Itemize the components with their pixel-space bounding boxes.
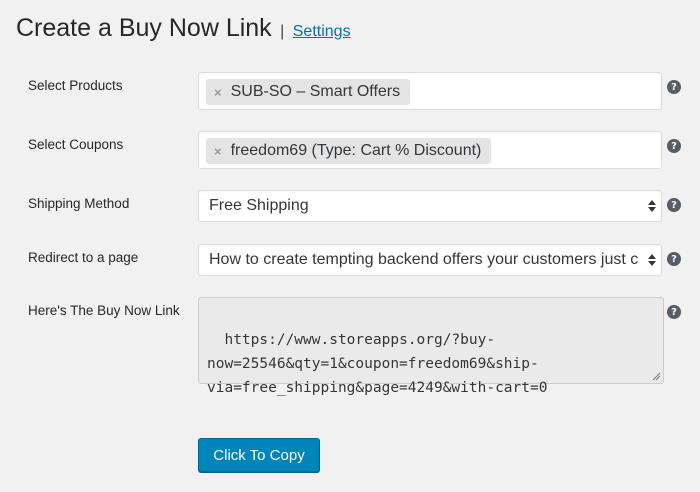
remove-product-icon[interactable]: × — [214, 85, 222, 100]
shipping-method-select[interactable]: Free Shipping — [198, 190, 662, 222]
page-header: Create a Buy Now Link | Settings — [16, 14, 351, 43]
coupon-chip: × freedom69 (Type: Cart % Discount) — [206, 138, 492, 164]
buy-now-link-textarea[interactable]: https://www.storeapps.org/?buy- now=2554… — [198, 297, 664, 396]
settings-link[interactable]: Settings — [293, 23, 351, 40]
redirect-page-value: How to create tempting backend offers yo… — [209, 251, 639, 268]
click-to-copy-button[interactable]: Click To Copy — [198, 438, 320, 472]
redirect-page-select[interactable]: How to create tempting backend offers yo… — [198, 244, 662, 276]
resize-handle-icon[interactable] — [651, 371, 661, 381]
select-arrows-icon — [646, 249, 658, 271]
buy-now-link-label: Here's The Buy Now Link — [28, 303, 180, 318]
select-products-field[interactable]: × SUB-SO – Smart Offers — [198, 72, 662, 110]
title-separator: | — [280, 23, 285, 40]
product-chip: × SUB-SO – Smart Offers — [206, 79, 411, 105]
redirect-help-icon[interactable]: ? — [667, 252, 681, 266]
coupon-chip-label: freedom69 (Type: Cart % Discount) — [230, 142, 482, 159]
select-arrows-icon — [646, 195, 658, 217]
link-help-icon[interactable]: ? — [667, 305, 681, 319]
redirect-page-label: Redirect to a page — [28, 250, 139, 265]
select-products-label: Select Products — [28, 78, 123, 93]
product-chip-label: SUB-SO – Smart Offers — [230, 83, 401, 100]
coupons-help-icon[interactable]: ? — [667, 139, 681, 153]
shipping-method-value: Free Shipping — [209, 197, 309, 214]
select-coupons-label: Select Coupons — [28, 137, 124, 152]
select-coupons-field[interactable]: × freedom69 (Type: Cart % Discount) — [198, 131, 662, 169]
page-title: Create a Buy Now Link — [16, 14, 272, 42]
buy-now-link-value: https://www.storeapps.org/?buy- now=2554… — [207, 332, 548, 396]
shipping-method-label: Shipping Method — [28, 196, 130, 211]
remove-coupon-icon[interactable]: × — [214, 144, 222, 159]
products-help-icon[interactable]: ? — [667, 80, 681, 94]
shipping-help-icon[interactable]: ? — [667, 198, 681, 212]
